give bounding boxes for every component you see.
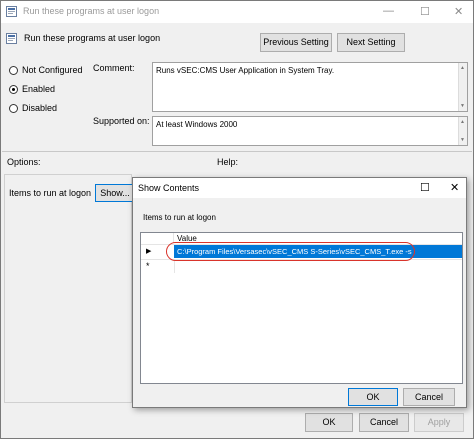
row-value-cell[interactable] bbox=[174, 260, 463, 273]
scroll-up-icon[interactable]: ▲ bbox=[460, 117, 465, 127]
dialog-title: Show Contents bbox=[138, 183, 200, 193]
radio-disabled[interactable]: Disabled bbox=[9, 103, 69, 115]
close-button[interactable]: ✕ bbox=[454, 5, 463, 18]
radio-disabled-label: Disabled bbox=[22, 103, 58, 113]
dialog-maximize-button[interactable]: ☐ bbox=[420, 181, 430, 194]
grid-corner bbox=[141, 233, 174, 243]
window-title: Run these programs at user logon bbox=[23, 6, 160, 16]
setting-title: Run these programs at user logon bbox=[24, 33, 161, 43]
scroll-up-icon[interactable]: ▲ bbox=[460, 63, 465, 73]
comment-field[interactable]: Runs vSEC:CMS User Application in System… bbox=[152, 62, 468, 112]
previous-setting-button[interactable]: Previous Setting bbox=[260, 33, 332, 52]
table-row[interactable]: * bbox=[141, 259, 462, 273]
supported-on-label: Supported on: bbox=[93, 116, 150, 126]
setting-icon bbox=[6, 33, 17, 44]
radio-enabled[interactable]: Enabled bbox=[9, 84, 69, 96]
help-label: Help: bbox=[217, 157, 239, 167]
supported-scrollbar[interactable]: ▲ ▼ bbox=[458, 117, 467, 145]
title-bar: Run these programs at user logon — ☐ ✕ bbox=[1, 1, 473, 23]
comment-scrollbar[interactable]: ▲ ▼ bbox=[458, 63, 467, 111]
minimize-button[interactable]: — bbox=[383, 5, 394, 17]
scroll-down-icon[interactable]: ▼ bbox=[460, 101, 465, 111]
run-at-logon-label: Items to run at logon bbox=[9, 188, 92, 198]
dialog-cancel-button[interactable]: Cancel bbox=[403, 388, 455, 406]
highlight-circle bbox=[166, 242, 415, 261]
supported-on-field: At least Windows 2000 ▲ ▼ bbox=[152, 116, 468, 146]
comment-text: Runs vSEC:CMS User Application in System… bbox=[156, 66, 335, 75]
radio-enabled-circle[interactable] bbox=[9, 85, 18, 94]
dialog-list-label: Items to run at logon bbox=[143, 213, 216, 222]
radio-disabled-circle[interactable] bbox=[9, 104, 18, 113]
dialog-title-bar: Show Contents ☐ ✕ bbox=[133, 178, 466, 198]
show-button[interactable]: Show... bbox=[95, 184, 135, 202]
values-grid: Value ▶ C:\Program Files\Versasec\vSEC_C… bbox=[140, 232, 463, 384]
options-label: Options: bbox=[7, 157, 41, 167]
next-setting-button[interactable]: Next Setting bbox=[337, 33, 405, 52]
show-contents-dialog: Show Contents ☐ ✕ Items to run at logon … bbox=[132, 177, 467, 408]
policy-setting-icon bbox=[6, 6, 17, 17]
dialog-ok-button[interactable]: OK bbox=[348, 388, 398, 406]
comment-label: Comment: bbox=[93, 63, 135, 73]
dialog-close-button[interactable]: ✕ bbox=[450, 181, 459, 194]
divider bbox=[2, 151, 472, 152]
row-current-marker: ▶ bbox=[146, 248, 152, 255]
options-pane: Items to run at logon Show... bbox=[4, 174, 135, 403]
radio-not-configured-circle[interactable] bbox=[9, 66, 18, 75]
scroll-down-icon[interactable]: ▼ bbox=[460, 135, 465, 145]
ok-button[interactable]: OK bbox=[305, 413, 353, 432]
row-new-marker: * bbox=[146, 261, 150, 271]
radio-not-configured[interactable]: Not Configured bbox=[9, 65, 89, 77]
apply-button[interactable]: Apply bbox=[414, 413, 464, 432]
cancel-button[interactable]: Cancel bbox=[359, 413, 409, 432]
radio-enabled-label: Enabled bbox=[22, 84, 56, 94]
maximize-button[interactable]: ☐ bbox=[420, 5, 430, 18]
supported-on-text: At least Windows 2000 bbox=[156, 120, 238, 129]
radio-not-configured-label: Not Configured bbox=[22, 65, 83, 75]
